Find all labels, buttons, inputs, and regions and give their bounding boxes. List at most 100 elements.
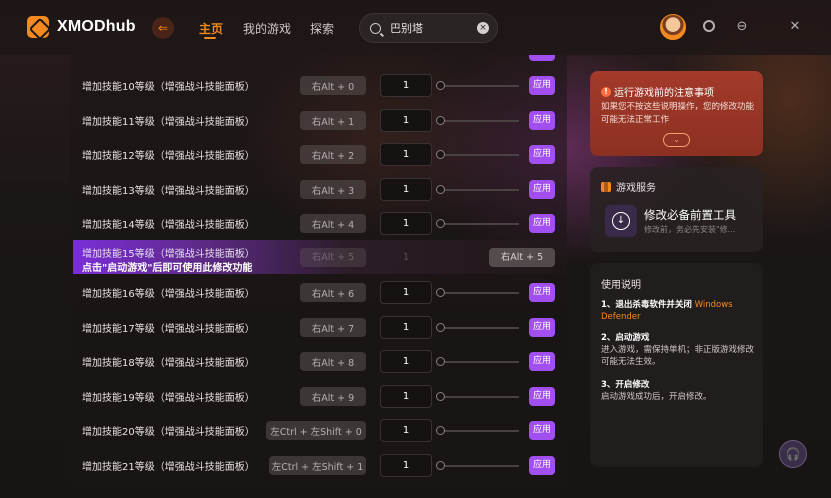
slider-handle[interactable]: [436, 323, 445, 332]
slider-handle[interactable]: [436, 219, 445, 228]
support-headset-button[interactable]: 🎧: [779, 440, 807, 468]
value-slider[interactable]: [441, 85, 519, 87]
apply-button[interactable]: 应用: [529, 352, 555, 371]
value-slider[interactable]: [441, 361, 519, 363]
apply-button[interactable]: 应用: [529, 283, 555, 302]
theme-toggle-icon[interactable]: [703, 20, 715, 32]
value-slider[interactable]: [441, 465, 519, 467]
mod-row: 增加技能20等级（增强战斗技能面板） 左Ctrl + 左Shift + 0 1 …: [70, 413, 567, 447]
slider-handle[interactable]: [436, 116, 445, 125]
hotkey-badge[interactable]: 左Ctrl + 左Shift + 0: [266, 421, 366, 440]
value-slider[interactable]: [441, 223, 519, 225]
hotkey-badge[interactable]: 左Ctrl + 左Shift + 1: [269, 456, 366, 475]
value-input[interactable]: 1: [380, 454, 432, 477]
mod-row-disabled-hint[interactable]: 增加技能15等级（增强战斗技能面板） 点击"启动游戏"后即可使用此修改功能 右A…: [73, 240, 567, 274]
guide-step-body: 启动游戏成功后，开启修改。: [601, 392, 712, 402]
value-input[interactable]: 1: [380, 316, 432, 339]
hotkey-badge[interactable]: 右Alt + 9: [300, 387, 366, 406]
slider-handle[interactable]: [436, 81, 445, 90]
mod-label: 增加技能19等级（增强战斗技能面板）: [82, 393, 255, 404]
value-slider[interactable]: [441, 189, 519, 191]
value-slider[interactable]: [441, 396, 519, 398]
hotkey-badge[interactable]: 右Alt + 6: [300, 283, 366, 302]
expand-notice-button[interactable]: ⌄: [663, 133, 690, 147]
mod-label: 增加技能10等级（增强战斗技能面板）: [82, 82, 255, 93]
hotkey-badge[interactable]: 右Alt + 4: [300, 214, 366, 233]
game-service-card: 游戏服务 ↓ 修改必备前置工具 修改前，务必先安装"修...: [590, 167, 763, 252]
slider-handle[interactable]: [436, 288, 445, 297]
value-slider[interactable]: [441, 430, 519, 432]
slider-handle[interactable]: [436, 150, 445, 159]
apply-button[interactable]: 应用: [529, 456, 555, 475]
apply-button[interactable]: 应用: [529, 421, 555, 440]
apply-button[interactable]: 应用: [529, 145, 555, 164]
value-slider[interactable]: [441, 120, 519, 122]
guide-step-3: 3、开启修改 启动游戏成功后，开启修改。: [601, 379, 756, 403]
back-button[interactable]: ⇐: [152, 17, 174, 39]
hotkey-badge[interactable]: 右Alt + 3: [300, 180, 366, 199]
value-input[interactable]: 1: [380, 74, 432, 97]
mod-label: 增加技能12等级（增强战斗技能面板）: [82, 151, 255, 162]
launch-game-hint: 点击"启动游戏"后即可使用此修改功能: [82, 263, 253, 274]
apply-button[interactable]: 应用: [529, 318, 555, 337]
value-input[interactable]: 1: [380, 385, 432, 408]
value-input[interactable]: 1: [380, 350, 432, 373]
slider-handle[interactable]: [436, 461, 445, 470]
nav-explore[interactable]: 探索: [310, 20, 334, 37]
mod-row: 增加技能19等级（增强战斗技能面板） 右Alt + 9 1 应用: [70, 379, 567, 413]
value-input[interactable]: 1: [380, 281, 432, 304]
value-slider[interactable]: [441, 327, 519, 329]
value-input[interactable]: 1: [380, 419, 432, 442]
slider-handle[interactable]: [436, 426, 445, 435]
value-input[interactable]: 1: [380, 143, 432, 166]
value-slider[interactable]: [441, 292, 519, 294]
search-icon: [370, 22, 381, 34]
value-input[interactable]: 1: [380, 109, 432, 132]
search-input[interactable]: 巴别塔: [390, 20, 423, 36]
hotkey-badge[interactable]: 右Alt + 2: [300, 145, 366, 164]
download-icon: ↓: [612, 212, 630, 230]
mod-row: 增加技能16等级（增强战斗技能面板） 右Alt + 6 1 应用: [70, 275, 567, 309]
apply-button[interactable]: 应用: [529, 180, 555, 199]
hotkey-badge[interactable]: 右Alt + 7: [300, 318, 366, 337]
close-icon[interactable]: ✕: [788, 20, 802, 34]
mod-row: 增加技能13等级（增强战斗技能面板） 右Alt + 3 1 应用: [70, 172, 567, 206]
minimize-icon[interactable]: ⊖: [735, 20, 749, 34]
hotkey-badge[interactable]: 右Alt + 5: [489, 248, 555, 267]
app-logo[interactable]: XMODhub: [27, 16, 136, 38]
chevron-down-icon: ⌄: [673, 135, 680, 144]
mod-row: 增加技能14等级（增强战斗技能面板） 右Alt + 4 1 应用: [70, 206, 567, 240]
download-tool-icon[interactable]: ↓: [605, 205, 637, 237]
mod-label: 增加技能17等级（增强战斗技能面板）: [82, 324, 255, 335]
top-bar: XMODhub ⇐ 主页 我的游戏 探索 巴别塔 × ⊖ ✕: [0, 0, 831, 55]
mod-label: 增加技能13等级（增强战斗技能面板）: [82, 186, 255, 197]
apply-button[interactable]: 应用: [529, 111, 555, 130]
clear-search-icon[interactable]: ×: [477, 22, 489, 34]
value-slider[interactable]: [441, 154, 519, 156]
avatar[interactable]: [660, 14, 686, 40]
hotkey-badge-disabled: 右Alt + 5: [300, 248, 366, 267]
apply-button-partial[interactable]: [529, 55, 555, 61]
value-input[interactable]: 1: [380, 178, 432, 201]
apply-button[interactable]: 应用: [529, 214, 555, 233]
nav-home[interactable]: 主页: [199, 20, 223, 37]
slider-handle[interactable]: [436, 357, 445, 366]
mod-label: 增加技能15等级（增强战斗技能面板）: [82, 249, 255, 260]
apply-button[interactable]: 应用: [529, 76, 555, 95]
guide-step-title: 2、启动游戏: [601, 333, 650, 343]
value-input[interactable]: 1: [380, 212, 432, 235]
slider-handle[interactable]: [436, 392, 445, 401]
slider-handle[interactable]: [436, 185, 445, 194]
apply-button[interactable]: 应用: [529, 387, 555, 406]
tool-name[interactable]: 修改必备前置工具: [644, 207, 736, 223]
mod-row: 增加技能17等级（增强战斗技能面板） 右Alt + 7 1 应用: [70, 310, 567, 344]
headset-icon: 🎧: [785, 447, 801, 461]
hotkey-badge[interactable]: 右Alt + 1: [300, 111, 366, 130]
search-box[interactable]: 巴别塔 ×: [359, 13, 498, 43]
nav-my-games[interactable]: 我的游戏: [243, 20, 291, 37]
hotkey-badge[interactable]: 右Alt + 8: [300, 352, 366, 371]
back-arrow-icon: ⇐: [157, 21, 169, 35]
hotkey-badge[interactable]: 右Alt + 0: [300, 76, 366, 95]
mod-label: 增加技能21等级（增强战斗技能面板）: [82, 462, 255, 473]
service-header: 游戏服务: [601, 179, 656, 194]
